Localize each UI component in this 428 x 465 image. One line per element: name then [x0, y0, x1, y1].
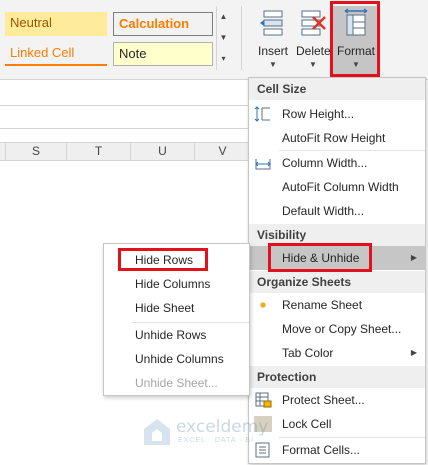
menu-item-rename-sheet[interactable]: Rename Sheet	[249, 293, 425, 317]
menu-item-autofit-row-height[interactable]: AutoFit Row Height	[249, 126, 425, 150]
menu-item-protect-sheet[interactable]: Protect Sheet...	[249, 388, 425, 412]
insert-button[interactable]: Insert ▼	[252, 6, 294, 74]
row-height-label: Row Height...	[282, 107, 355, 121]
column-header-row: S T U V	[0, 142, 250, 161]
column-header-u[interactable]: U	[131, 143, 195, 161]
menu-item-lock-cell[interactable]: Lock Cell	[249, 412, 425, 436]
style-linked-cell[interactable]: Linked Cell	[5, 42, 107, 66]
format-icon	[344, 8, 368, 36]
watermark-tagline: EXCEL · DATA · BI	[178, 437, 254, 444]
cell-styles-gallery: Neutral Calculation Linked Cell Note ▲ ▼…	[0, 6, 232, 70]
watermark: exceldemy EXCEL · DATA · BI	[142, 415, 268, 449]
menu-item-autofit-column-width[interactable]: AutoFit Column Width	[249, 175, 425, 199]
rename-sheet-label: Rename Sheet	[282, 298, 363, 312]
hide-unhide-submenu: Hide Rows Hide Columns Hide Sheet Unhide…	[103, 243, 250, 396]
protect-sheet-icon	[255, 392, 272, 408]
column-header-v[interactable]: V	[195, 143, 250, 161]
lock-cell-label: Lock Cell	[282, 417, 332, 431]
ribbon: Neutral Calculation Linked Cell Note ▲ ▼…	[0, 0, 428, 80]
insert-label: Insert	[257, 44, 288, 58]
menu-item-move-copy-sheet[interactable]: Move or Copy Sheet...	[249, 317, 425, 341]
watermark-name: exceldemy	[176, 417, 269, 437]
gallery-more-icon[interactable]: ▾	[217, 48, 230, 69]
menu-item-tab-color[interactable]: Tab Color ▶	[249, 341, 425, 365]
submenu-item-unhide-rows[interactable]: Unhide Rows	[104, 323, 249, 347]
style-calculation[interactable]: Calculation	[113, 12, 213, 36]
formula-bar-bottom-border	[0, 128, 250, 129]
submenu-item-hide-columns[interactable]: Hide Columns	[104, 272, 249, 296]
insert-caret-icon: ▼	[269, 60, 277, 69]
delete-label: Delete	[296, 44, 331, 58]
menu-header-cell-size: Cell Size	[249, 78, 425, 100]
column-header-t[interactable]: T	[67, 143, 131, 161]
insert-cells-icon	[260, 10, 283, 36]
column-width-icon	[255, 159, 271, 170]
style-neutral[interactable]: Neutral	[5, 12, 107, 36]
format-cells-label: Format Cells...	[282, 443, 361, 457]
watermark-logo-icon	[144, 419, 170, 445]
formula-bar-top-border	[0, 105, 250, 106]
unhide-rows-label: Unhide Rows	[135, 328, 207, 342]
row-height-icon	[254, 106, 270, 122]
format-caret-icon: ▼	[352, 60, 360, 69]
protect-sheet-label: Protect Sheet...	[282, 393, 365, 407]
menu-item-row-height[interactable]: Row Height...	[249, 102, 425, 126]
hide-rows-label: Hide Rows	[135, 253, 194, 267]
delete-caret-icon: ▼	[309, 60, 317, 69]
submenu-arrow-icon: ▶	[410, 348, 417, 357]
gallery-scroll: ▲ ▼ ▾	[216, 6, 230, 70]
tab-color-label: Tab Color	[282, 346, 334, 360]
menu-header-protection: Protection	[249, 366, 425, 388]
autofit-column-width-label: AutoFit Column Width	[282, 180, 399, 194]
delete-button[interactable]: Delete ▼	[296, 6, 331, 74]
hide-sheet-label: Hide Sheet	[135, 301, 195, 315]
menu-item-format-cells[interactable]: Format Cells...	[249, 438, 425, 462]
default-width-label: Default Width...	[282, 204, 365, 218]
unhide-columns-label: Unhide Columns	[135, 352, 224, 366]
delete-cells-icon	[301, 10, 326, 36]
move-copy-sheet-label: Move or Copy Sheet...	[282, 322, 402, 336]
column-header-s[interactable]: S	[6, 143, 67, 161]
menu-header-organize-sheets: Organize Sheets	[249, 271, 425, 293]
autofit-row-height-label: AutoFit Row Height	[282, 131, 386, 145]
column-width-label: Column Width...	[282, 156, 368, 170]
submenu-arrow-icon: ▶	[410, 253, 417, 262]
menu-item-hide-unhide[interactable]: Hide & Unhide ▶	[249, 246, 425, 270]
menu-header-visibility: Visibility	[249, 224, 425, 246]
format-button[interactable]: Format ▼	[333, 6, 379, 74]
format-dropdown-menu: Cell Size Row Height... AutoFit Row Heig…	[248, 77, 426, 464]
gallery-down-icon[interactable]: ▼	[217, 27, 230, 48]
bullet-icon	[260, 302, 266, 308]
submenu-item-unhide-sheet: Unhide Sheet...	[104, 371, 249, 395]
style-note[interactable]: Note	[113, 42, 213, 66]
gallery-up-icon[interactable]: ▲	[217, 6, 230, 27]
unhide-sheet-label: Unhide Sheet...	[135, 376, 218, 390]
hide-unhide-label: Hide & Unhide	[282, 251, 360, 265]
ribbon-separator	[241, 6, 242, 70]
submenu-item-hide-rows[interactable]: Hide Rows	[104, 248, 249, 272]
submenu-item-unhide-columns[interactable]: Unhide Columns	[104, 347, 249, 371]
format-label: Format	[336, 44, 375, 58]
menu-item-column-width[interactable]: Column Width...	[249, 151, 425, 175]
submenu-item-hide-sheet[interactable]: Hide Sheet	[104, 296, 249, 320]
menu-item-default-width[interactable]: Default Width...	[249, 199, 425, 223]
hide-columns-label: Hide Columns	[135, 277, 211, 291]
